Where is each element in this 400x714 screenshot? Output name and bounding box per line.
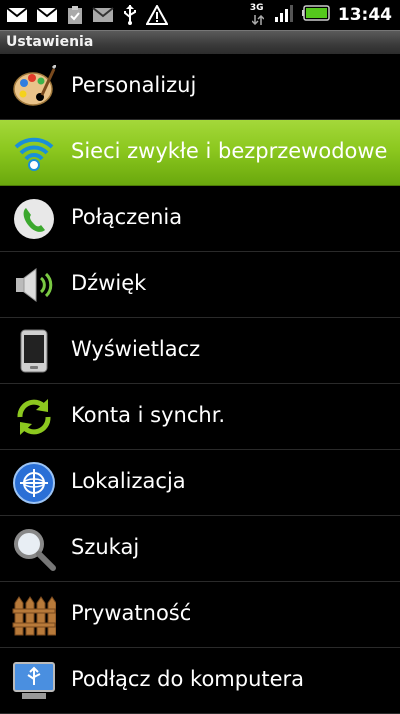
palette-icon — [12, 63, 58, 109]
battery-icon — [301, 5, 330, 25]
settings-item-label: Połączenia — [71, 205, 183, 229]
search-icon — [12, 527, 56, 571]
usb-icon — [122, 4, 138, 30]
settings-item-label: Personalizuj — [71, 73, 197, 97]
settings-item-label: Szukaj — [71, 535, 140, 559]
location-icon — [12, 461, 56, 505]
settings-item-label: Prywatność — [71, 601, 192, 625]
mail-icon — [92, 6, 114, 28]
speaker-icon — [12, 263, 56, 307]
network-type-icon: 3G — [250, 3, 266, 27]
fence-icon — [12, 593, 57, 637]
task-check-icon — [66, 5, 84, 29]
settings-item-label: Lokalizacja — [71, 469, 186, 493]
settings-list: Personalizuj Sieci zwykłe i bezprzewodow… — [0, 54, 400, 714]
settings-item-display[interactable]: Wyświetlacz — [0, 318, 400, 384]
settings-item-accounts-sync[interactable]: Konta i synchr. — [0, 384, 400, 450]
settings-item-wireless-networks[interactable]: Sieci zwykłe i bezprzewodowe — [0, 120, 400, 186]
settings-item-label: Podłącz do komputera — [71, 667, 305, 691]
settings-item-privacy[interactable]: Prywatność — [0, 582, 400, 648]
title-bar: Ustawienia — [0, 30, 400, 54]
settings-item-location[interactable]: Lokalizacja — [0, 450, 400, 516]
display-phone-icon — [12, 329, 56, 373]
warning-icon — [145, 3, 169, 29]
settings-item-label: Konta i synchr. — [71, 403, 226, 427]
settings-item-personalize[interactable]: Personalizuj — [0, 54, 400, 120]
phone-icon — [12, 197, 56, 241]
clock: 13:44 — [337, 5, 392, 25]
mail-icon — [36, 6, 58, 28]
wifi-icon — [12, 131, 56, 175]
settings-item-search[interactable]: Szukaj — [0, 516, 400, 582]
usb-connect-icon — [12, 659, 56, 703]
page-title: Ustawienia — [6, 34, 94, 50]
sync-icon — [12, 395, 56, 439]
settings-item-sound[interactable]: Dźwięk — [0, 252, 400, 318]
mail-icon — [6, 6, 28, 28]
settings-item-label: Sieci zwykłe i bezprzewodowe — [71, 139, 388, 163]
signal-icon — [274, 3, 294, 27]
settings-item-connect-pc[interactable]: Podłącz do komputera — [0, 648, 400, 714]
network-label: 3G — [249, 3, 264, 13]
settings-item-label: Wyświetlacz — [71, 337, 201, 361]
settings-item-label: Dźwięk — [71, 271, 147, 295]
status-bar: 3G 13:44 — [0, 0, 400, 30]
settings-item-calls[interactable]: Połączenia — [0, 186, 400, 252]
